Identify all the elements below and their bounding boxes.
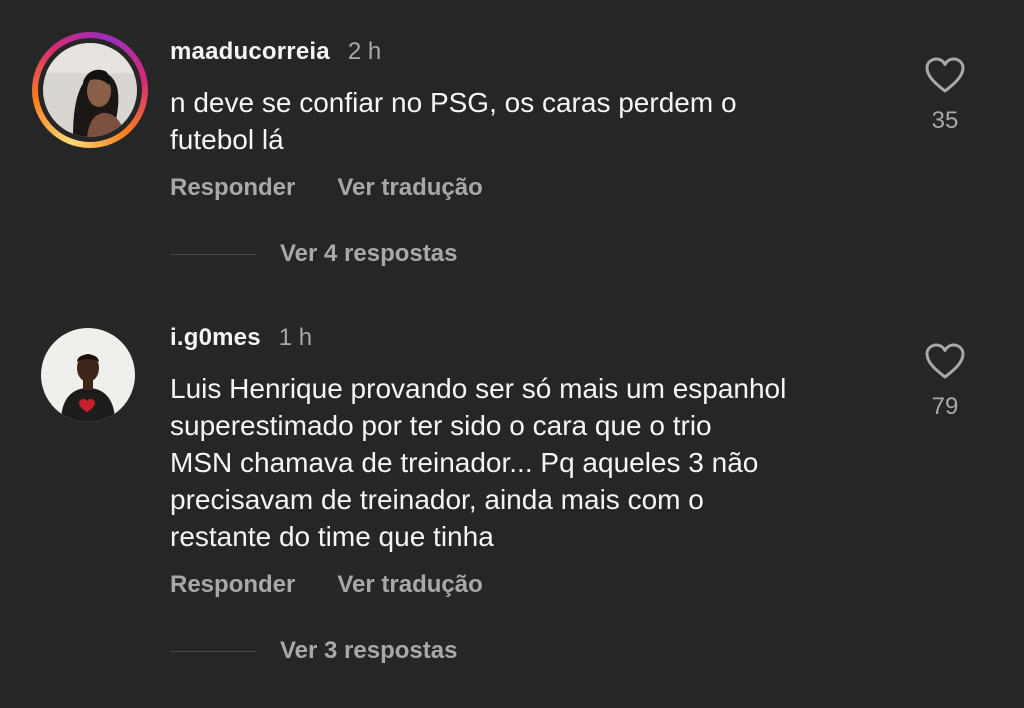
heart-outline-icon[interactable] <box>924 56 966 99</box>
view-replies-button[interactable]: Ver 4 respostas <box>280 240 457 268</box>
heart-outline-icon[interactable] <box>924 342 966 385</box>
comment-text: Luis Henrique provando ser só mais um es… <box>170 370 786 555</box>
view-replies-button[interactable]: Ver 3 respostas <box>280 637 457 665</box>
comment-text-line: precisavam de treinador, ainda mais com … <box>170 484 704 515</box>
divider <box>170 253 256 255</box>
comment-username[interactable]: i.g0mes <box>170 324 261 352</box>
avatar[interactable] <box>43 43 137 137</box>
comment-username[interactable]: maaducorreia <box>170 38 330 66</box>
comment-text-line: superestimado por ter sido o cara que o … <box>170 410 712 441</box>
comment-timestamp: 1 h <box>278 324 313 351</box>
see-translation-button[interactable]: Ver tradução <box>337 571 482 599</box>
story-ring[interactable] <box>32 32 148 148</box>
see-translation-button[interactable]: Ver tradução <box>337 174 482 202</box>
comment-text-line: futebol lá <box>170 124 284 155</box>
reply-button[interactable]: Responder <box>170 174 295 202</box>
avatar[interactable] <box>41 328 135 422</box>
comment-text-line: restante do time que tinha <box>170 521 494 552</box>
comment-text-line: n deve se confiar no PSG, os caras perde… <box>170 87 737 118</box>
comment-timestamp: 2 h <box>347 38 382 65</box>
like-count: 35 <box>931 107 959 134</box>
comment-text: n deve se confiar no PSG, os caras perde… <box>170 84 737 158</box>
divider <box>170 650 256 652</box>
comment-text-line: Luis Henrique provando ser só mais um es… <box>170 373 787 404</box>
reply-button[interactable]: Responder <box>170 571 295 599</box>
like-count: 79 <box>931 393 959 420</box>
comment-text-line: MSN chamava de treinador... Pq aqueles 3… <box>170 447 759 478</box>
